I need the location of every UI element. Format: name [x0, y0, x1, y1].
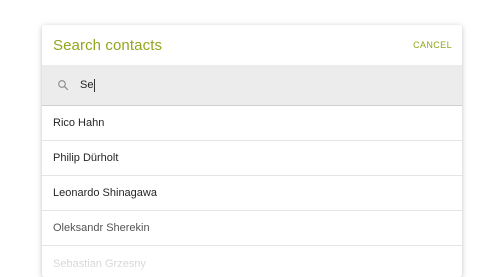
search-icon — [57, 79, 69, 91]
contact-list-item[interactable]: Sebastian Grzesny — [42, 246, 462, 277]
contact-list-item[interactable]: Leonardo Shinagawa — [42, 176, 462, 211]
search-bar[interactable]: Se — [42, 65, 462, 106]
contact-list-item[interactable]: Oleksandr Sherekin — [42, 211, 462, 246]
dialog-title: Search contacts — [53, 36, 163, 54]
search-input-value: Se — [80, 79, 94, 91]
contact-list-item[interactable]: Rico Hahn — [42, 106, 462, 141]
dialog-header: Search contacts CANCEL — [42, 25, 462, 65]
contact-list: Rico Hahn Philip Dürholt Leonardo Shinag… — [42, 106, 462, 277]
cancel-button[interactable]: CANCEL — [411, 36, 454, 54]
contact-list-item[interactable]: Philip Dürholt — [42, 141, 462, 176]
search-input[interactable]: Se — [80, 75, 380, 95]
text-caret — [94, 78, 96, 92]
search-contacts-dialog: Search contacts CANCEL Se Rico Hahn Phil… — [42, 25, 462, 277]
